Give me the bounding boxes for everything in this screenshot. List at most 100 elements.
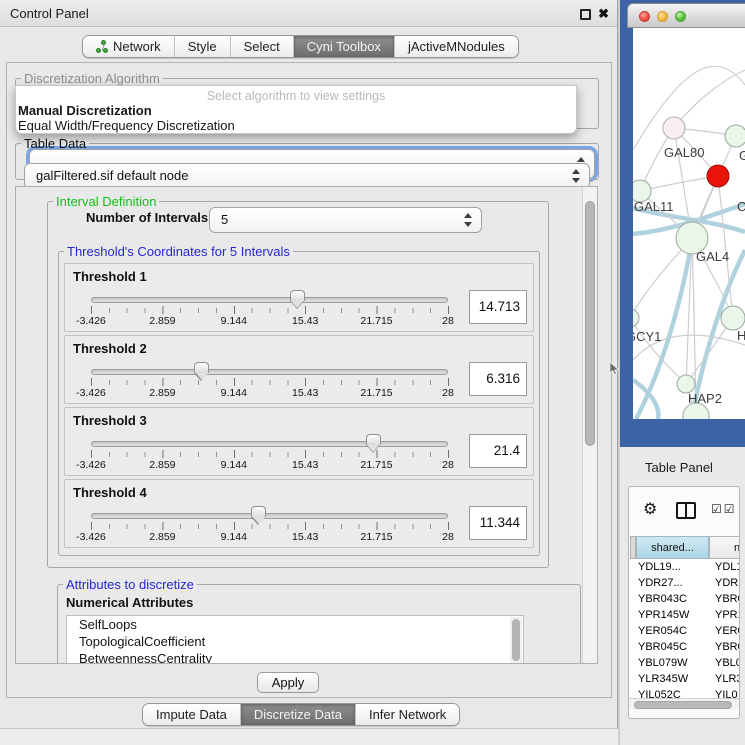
network-node-gal80[interactable] bbox=[663, 117, 685, 139]
network-node-c[interactable] bbox=[707, 165, 729, 187]
tab-discretize-data[interactable]: Discretize Data bbox=[240, 704, 355, 725]
tick-label: 15.43 bbox=[292, 531, 318, 543]
tab-label: Style bbox=[188, 39, 217, 54]
slider-thumb[interactable] bbox=[194, 362, 209, 373]
network-canvas[interactable]: GAL80GACGAL11GAL4GCY1HHAP2 bbox=[633, 28, 745, 419]
dropdown-placeholder-item[interactable]: Select algorithm to view settings bbox=[18, 89, 574, 103]
cell-shared-name: YER054C bbox=[638, 623, 710, 639]
tab-label: Network bbox=[113, 39, 161, 54]
scrollbar-thumb[interactable] bbox=[585, 201, 595, 446]
tab-jactivemnodules[interactable]: jActiveMNodules bbox=[394, 36, 518, 57]
list-scrollbar[interactable] bbox=[510, 617, 522, 664]
slider-major-ticks bbox=[91, 306, 449, 314]
table-row[interactable]: YDR27...YDR2 bbox=[629, 575, 740, 591]
attributes-group-title: Attributes to discretize bbox=[63, 577, 197, 592]
column-checkbox-icons[interactable]: ☑☑ bbox=[711, 502, 737, 516]
tick-label: 2.859 bbox=[149, 531, 175, 543]
cell-shared-name: YPR145W bbox=[638, 607, 710, 623]
number-of-intervals-combobox[interactable]: 5 bbox=[209, 207, 482, 233]
dropdown-item-manual-discretization[interactable]: Manual Discretization bbox=[18, 103, 574, 118]
gear-icon[interactable]: ⚙ bbox=[643, 499, 657, 518]
threshold-panel: Threshold 1 -3.4262.8599.14415.4321.71528… bbox=[64, 263, 534, 332]
list-item[interactable]: BetweennessCentrality bbox=[67, 650, 523, 664]
slider-thumb[interactable] bbox=[366, 434, 381, 445]
cell-shared-name: YDR27... bbox=[638, 575, 710, 591]
interval-definition-group-title: Interval Definition bbox=[53, 194, 159, 209]
apply-button[interactable]: Apply bbox=[257, 672, 319, 693]
tick-label: 2.859 bbox=[149, 459, 175, 471]
slider-thumb[interactable] bbox=[290, 290, 305, 301]
slider-tick-labels: -3.4262.8599.14415.4321.71528 bbox=[91, 459, 448, 471]
table-row[interactable]: YLR345W YLR3 bbox=[629, 671, 740, 687]
discretization-algorithm-group-title: Discretization Algorithm bbox=[21, 71, 163, 86]
slider-track[interactable] bbox=[91, 441, 448, 447]
tick-label: -3.426 bbox=[76, 315, 106, 327]
tick-label: 21.715 bbox=[361, 315, 393, 327]
cell-shared-name: YLR345W bbox=[638, 671, 710, 687]
slider-thumb[interactable] bbox=[251, 506, 266, 517]
threshold-value-field[interactable]: 21.4 bbox=[469, 434, 527, 468]
threshold-value-field[interactable]: 11.344 bbox=[469, 506, 527, 540]
table-row[interactable]: YIL052CYIL0 bbox=[629, 687, 740, 698]
combo-arrows-icon bbox=[464, 213, 472, 227]
table-row[interactable]: YBL079WYBL0 bbox=[629, 655, 740, 671]
column-header-name[interactable]: n bbox=[709, 536, 740, 559]
network-node-ga[interactable] bbox=[725, 125, 745, 147]
slider-track[interactable] bbox=[91, 513, 448, 519]
control-panel-title: Control Panel bbox=[10, 0, 89, 27]
tick-label: 21.715 bbox=[361, 531, 393, 543]
threshold-value-field[interactable]: 14.713 bbox=[469, 290, 527, 324]
thresholds-group-title: Threshold's Coordinates for 5 Intervals bbox=[64, 244, 293, 259]
tick-label: -3.426 bbox=[76, 459, 106, 471]
split-view-icon[interactable] bbox=[676, 502, 696, 519]
cell-name: YDL1 bbox=[715, 559, 740, 575]
cell-name: YBR0 bbox=[715, 591, 740, 607]
tick-label: 2.859 bbox=[149, 387, 175, 399]
tab-infer-network[interactable]: Infer Network bbox=[355, 704, 459, 725]
network-node-gcy1[interactable] bbox=[633, 309, 639, 327]
node-label-gal11: GAL11 bbox=[634, 199, 674, 214]
table-row[interactable]: YER054C YER0 bbox=[629, 623, 740, 639]
vertical-scrollbar[interactable] bbox=[582, 187, 597, 663]
slider-track[interactable] bbox=[91, 369, 448, 375]
network-node-h[interactable] bbox=[721, 306, 745, 330]
zoom-traffic-light-icon[interactable] bbox=[675, 11, 686, 22]
panel-bottom-edge bbox=[0, 728, 618, 745]
slider-major-ticks bbox=[91, 522, 449, 530]
dropdown-item-equal-width-frequency[interactable]: Equal Width/Frequency Discretization bbox=[18, 118, 574, 133]
slider-major-ticks bbox=[91, 450, 449, 458]
cell-name: YER0 bbox=[715, 623, 740, 639]
tick-label: 28 bbox=[442, 315, 454, 327]
close-icon[interactable]: ✖ bbox=[598, 0, 609, 27]
numerical-attributes-list[interactable]: SelfLoopsTopologicalCoefficientBetweenne… bbox=[66, 615, 524, 664]
minimize-traffic-light-icon[interactable] bbox=[657, 11, 668, 22]
table-row[interactable]: YPR145WYPR1 bbox=[629, 607, 740, 623]
table-data-combobox-value: galFiltered.sif default node bbox=[36, 164, 188, 188]
threshold-label: Threshold 1 bbox=[73, 269, 147, 284]
tab-select[interactable]: Select bbox=[230, 36, 293, 57]
slider-track[interactable] bbox=[91, 297, 448, 303]
table-row[interactable]: YDL19...YDL1 bbox=[629, 559, 740, 575]
tab-cyni-toolbox[interactable]: Cyni Toolbox bbox=[293, 36, 394, 57]
tab-style[interactable]: Style bbox=[174, 36, 230, 57]
close-traffic-light-icon[interactable] bbox=[639, 11, 650, 22]
slider-tick-labels: -3.4262.8599.14415.4321.71528 bbox=[91, 315, 448, 327]
float-window-icon[interactable] bbox=[580, 9, 591, 20]
tick-label: 15.43 bbox=[292, 459, 318, 471]
table-row[interactable]: YBR043CYBR0 bbox=[629, 591, 740, 607]
threshold-value-field[interactable]: 6.316 bbox=[469, 362, 527, 396]
tab-network[interactable]: Network bbox=[83, 36, 174, 57]
scrollbar-thumb[interactable] bbox=[634, 701, 732, 709]
table-row[interactable]: YBR045CYBR0 bbox=[629, 639, 740, 655]
tab-impute-data[interactable]: Impute Data bbox=[143, 704, 240, 725]
tick-label: 28 bbox=[442, 387, 454, 399]
number-of-intervals-label: Number of Intervals bbox=[86, 210, 208, 225]
tick-label: 15.43 bbox=[292, 387, 318, 399]
numerical-attributes-label: Numerical Attributes bbox=[66, 595, 193, 610]
cell-name: YLR3 bbox=[715, 671, 740, 687]
list-item[interactable]: SelfLoops bbox=[67, 616, 523, 633]
network-window-titlebar[interactable] bbox=[627, 3, 745, 28]
column-header-shared-name[interactable]: shared... bbox=[636, 536, 709, 559]
horizontal-scrollbar[interactable] bbox=[629, 698, 740, 710]
list-item[interactable]: TopologicalCoefficient bbox=[67, 633, 523, 650]
